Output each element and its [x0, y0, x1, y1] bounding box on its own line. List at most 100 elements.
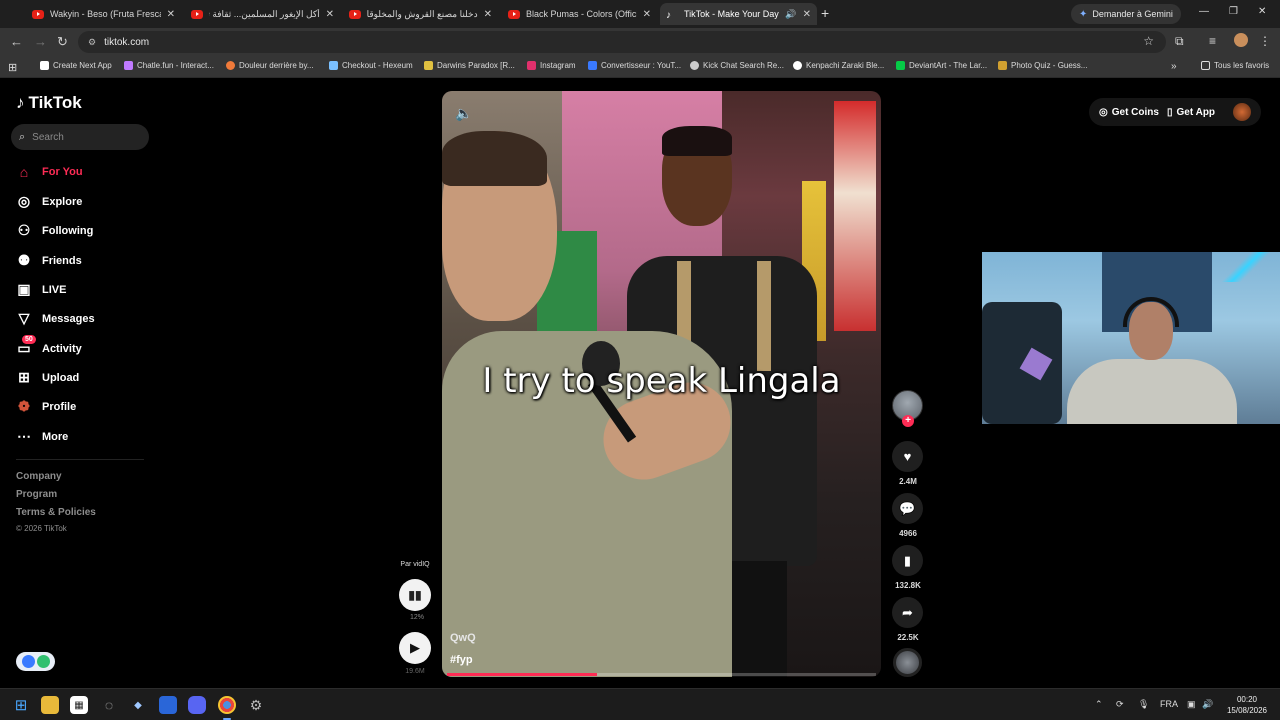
play-icon: ▶ [410, 640, 420, 655]
nav-following[interactable]: ⚇ Following [16, 222, 94, 239]
video-scene [442, 131, 742, 677]
more-bookmarks-icon[interactable]: » [1171, 61, 1177, 72]
gemini-button[interactable]: ✦ Demander à Gemini [1071, 4, 1181, 24]
bookmark-item[interactable]: Photo Quiz - Guess... [998, 61, 1087, 70]
discord-icon[interactable] [188, 696, 206, 714]
tray-app-icon[interactable]: ⟳ [1116, 699, 1124, 710]
forward-icon[interactable]: → [34, 34, 47, 49]
browser-tab[interactable]: Wakyin - Beso (Fruta Fresca) [Fr ✕ [26, 3, 181, 25]
volume-tray-icon[interactable]: 🔊 [1202, 699, 1213, 710]
bookmark-item[interactable]: Create Next App [40, 61, 112, 70]
app-icon[interactable] [159, 696, 177, 714]
search-input[interactable]: ⌕ Search [11, 124, 149, 150]
nav-label: Upload [42, 371, 80, 384]
music-disc-icon[interactable] [893, 648, 922, 677]
menu-icon[interactable]: ⋮ [1259, 34, 1271, 48]
get-app-button[interactable]: ▯ Get App [1167, 107, 1215, 118]
search-placeholder: Search [32, 131, 64, 143]
get-coins-button[interactable]: ◎ Get Coins [1099, 107, 1159, 118]
share-button[interactable]: ➦ [892, 597, 923, 628]
apps-icon[interactable]: ⊞ [8, 61, 17, 74]
bookmark-item[interactable]: Douleur derrière by... [226, 61, 314, 70]
browser-profile-avatar[interactable] [1234, 33, 1248, 47]
address-bar[interactable]: ⚙ tiktok.com ☆ [78, 31, 1166, 53]
file-explorer-icon[interactable] [41, 696, 59, 714]
language-indicator[interactable]: FRA [1160, 699, 1178, 709]
browser-tab[interactable]: Black Pumas - Colors (Official Li ✕ [502, 3, 657, 25]
bookmark-item[interactable]: Chatle.fun - Interact... [124, 61, 214, 70]
bookmark-item[interactable]: Checkout - Hexeum [329, 61, 413, 70]
close-icon[interactable]: ✕ [326, 9, 334, 20]
vidiq-play-button[interactable]: ▶ [399, 632, 431, 664]
network-icon[interactable]: ▣ [1187, 699, 1196, 710]
nav-live[interactable]: ▣ LIVE [16, 281, 66, 298]
new-tab-button[interactable]: + [821, 5, 829, 21]
microphone-icon[interactable]: 🎙 [1138, 699, 1149, 710]
back-icon[interactable]: ← [10, 34, 23, 49]
close-icon[interactable]: ✕ [484, 9, 492, 20]
heart-icon: ♥ [903, 449, 912, 464]
follow-plus-icon[interactable]: + [902, 415, 914, 427]
nav-activity[interactable]: ▭ 50 Activity [16, 335, 82, 357]
nav-more[interactable]: ⋯ More [16, 428, 68, 445]
video-hashtag[interactable]: #fyp [450, 654, 473, 666]
tiktok-logo[interactable]: ♪ TikTok [16, 93, 82, 113]
save-button[interactable]: ▮ [892, 545, 923, 576]
tray-expand-icon[interactable]: ⌃ [1095, 699, 1103, 710]
close-icon[interactable]: ✕ [167, 9, 175, 20]
comment-button[interactable]: 💬 [892, 493, 923, 524]
bookmark-item[interactable]: DeviantArt - The Lar... [896, 61, 987, 70]
nav-label: For You [42, 166, 83, 178]
app-icon[interactable]: ◌ [100, 696, 118, 714]
bookmark-star-icon[interactable]: ☆ [1143, 34, 1154, 48]
steam-icon[interactable]: ◆ [129, 696, 147, 714]
youtube-icon [191, 9, 203, 19]
bookmark-item[interactable]: Convertisseur : YouT... [588, 61, 681, 70]
extensions-icon[interactable]: ⧉ [1175, 34, 1184, 49]
minimize-icon[interactable]: — [1199, 6, 1209, 17]
nav-friends[interactable]: ⚉ Friends [16, 252, 82, 269]
bookmark-item[interactable]: Instagram [527, 61, 576, 70]
clock[interactable]: 00:20 15/08/2026 [1222, 694, 1272, 716]
window-close-icon[interactable]: ✕ [1258, 6, 1266, 17]
bookmark-item[interactable]: Kenpachi Zaraki Ble... [793, 61, 884, 70]
restore-icon[interactable]: ❐ [1229, 6, 1238, 17]
close-icon[interactable]: ✕ [643, 9, 651, 20]
nav-for-you[interactable]: ⌂ For You [16, 164, 83, 180]
browser-tab-strip: Wakyin - Beso (Fruta Fresca) [Fr ✕ أكل ا… [0, 0, 1280, 28]
video-player[interactable]: I try to speak Lingala 🔈 QwQ #fyp [442, 91, 881, 677]
bookmark-item[interactable]: Kick Chat Search Re... [690, 61, 784, 70]
site-info-icon[interactable]: ⚙ [88, 37, 96, 48]
video-progress-bar[interactable] [447, 673, 876, 676]
like-button[interactable]: ♥ [892, 441, 923, 472]
store-icon[interactable]: ▦ [70, 696, 88, 714]
tiktok-icon: ♪ [16, 93, 25, 112]
vidiq-stats-button[interactable]: ▮▮ [399, 579, 431, 611]
bookmark-item[interactable]: Darwins Paradox [R... [424, 61, 515, 70]
speaker-icon[interactable]: 🔊 [785, 9, 796, 20]
reload-icon[interactable]: ↻ [57, 34, 68, 50]
share-icon: ➦ [902, 604, 913, 620]
chrome-icon[interactable] [218, 696, 236, 720]
browser-tab[interactable]: دخلنا مصنع القروش والمخلوقات ✕ [343, 3, 498, 25]
video-author[interactable]: QwQ [450, 632, 476, 644]
nav-explore[interactable]: ◎ Explore [16, 193, 82, 210]
footer-program-link[interactable]: Program [16, 489, 57, 500]
nav-upload[interactable]: ⊞ Upload [16, 369, 79, 386]
volume-icon[interactable]: 🔈 [455, 105, 472, 122]
all-bookmarks-folder[interactable]: Tous les favoris [1201, 61, 1269, 70]
nav-messages[interactable]: ▽ Messages [16, 310, 95, 327]
close-icon[interactable]: ✕ [803, 9, 811, 20]
browser-tab[interactable]: أكل الإيغور المسلمين... ثقافة تختلف ✕ [185, 3, 340, 25]
settings-icon[interactable]: ⚙ [247, 696, 265, 714]
footer-company-link[interactable]: Company [16, 471, 62, 482]
live-icon: ▣ [17, 281, 31, 297]
nav-profile[interactable]: ❁ Profile [16, 398, 76, 415]
extension-widget[interactable] [16, 652, 55, 671]
user-avatar[interactable] [1233, 103, 1251, 121]
gemini-label: Demander à Gemini [1092, 9, 1173, 19]
windows-start-icon[interactable]: ⊞ [12, 696, 30, 714]
footer-terms-link[interactable]: Terms & Policies [16, 507, 96, 518]
browser-tab-active[interactable]: ♪ TikTok - Make Your Day 🔊 ✕ [660, 3, 817, 25]
media-control-icon[interactable]: ≡ [1209, 34, 1216, 48]
